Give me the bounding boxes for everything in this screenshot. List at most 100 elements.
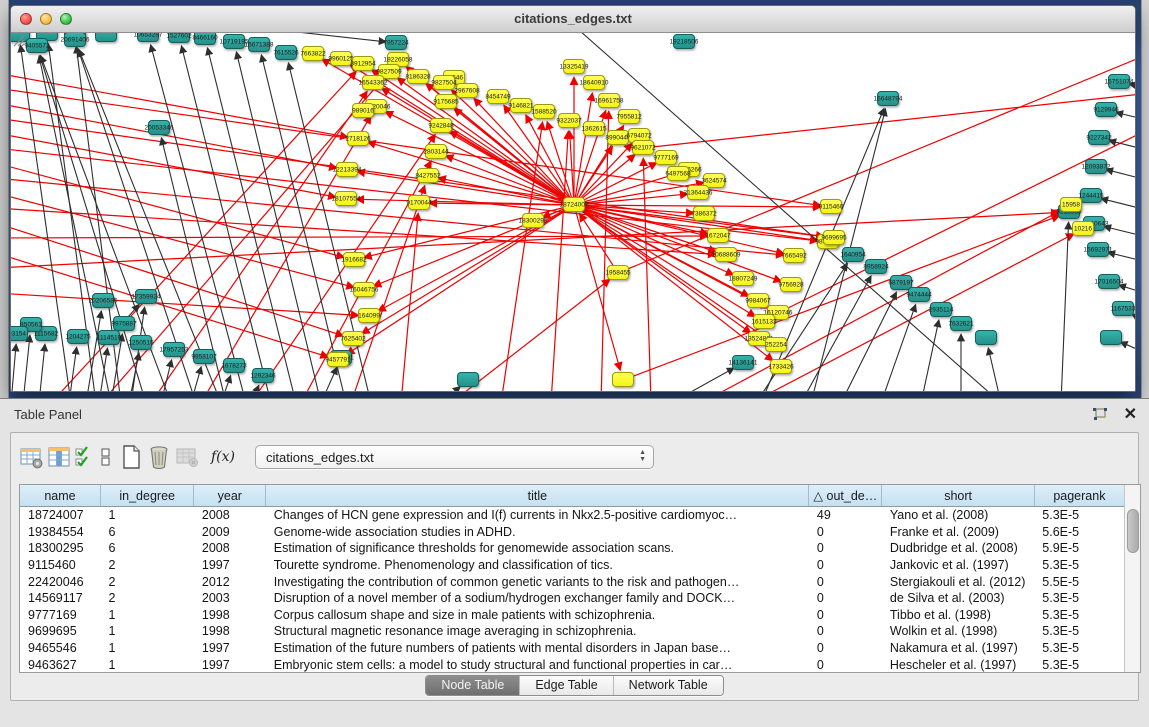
network-edge[interactable] — [841, 292, 897, 392]
tab-edge-table[interactable]: Edge Table — [519, 676, 612, 695]
network-node[interactable]: 9984067 — [747, 293, 769, 308]
column-header-short[interactable]: short — [882, 485, 1034, 507]
network-edge[interactable] — [321, 367, 337, 392]
network-node[interactable]: 1244415 — [1080, 188, 1102, 203]
network-edge[interactable] — [921, 320, 939, 392]
network-node[interactable]: 8427552 — [417, 168, 439, 183]
tab-node-table[interactable]: Node Table — [426, 676, 519, 695]
network-node[interactable]: 9827504 — [433, 75, 455, 90]
network-node[interactable]: 9175685 — [435, 94, 457, 109]
network-edge[interactable] — [1116, 112, 1136, 121]
tab-network-table[interactable]: Network Table — [613, 676, 723, 695]
network-node[interactable]: 9699695 — [823, 230, 845, 245]
table-settings-icon[interactable] — [17, 443, 45, 471]
network-edge[interactable] — [1108, 252, 1136, 263]
network-edge[interactable] — [551, 131, 568, 392]
network-node[interactable]: 2718126 — [347, 131, 369, 146]
vertical-scrollbar[interactable] — [1124, 485, 1140, 672]
network-edge[interactable] — [601, 111, 609, 392]
network-node[interactable]: 1678273 — [223, 358, 245, 373]
table-row[interactable]: 911546021997Tourette syndrome. Phenomeno… — [20, 557, 1125, 574]
network-node[interactable]: 10688609 — [715, 247, 737, 262]
network-node[interactable]: 1114519 — [98, 330, 120, 345]
resize-grip[interactable] — [11, 33, 25, 47]
network-node[interactable]: 1916682 — [343, 252, 365, 267]
network-node[interactable]: 21364436 — [687, 185, 709, 200]
table-row[interactable]: 946362711997Embryonic stem cells: a mode… — [20, 656, 1125, 673]
network-node[interactable]: 9958107 — [193, 349, 215, 364]
network-edge[interactable] — [11, 344, 16, 392]
network-edge[interactable] — [39, 344, 45, 392]
network-node[interactable]: 9474444 — [908, 287, 930, 302]
network-edge[interactable] — [23, 335, 30, 392]
network-node[interactable]: 8186328 — [407, 69, 429, 84]
window-titlebar[interactable]: citations_edges.txt — [11, 6, 1135, 33]
network-node[interactable]: 16671388 — [248, 37, 270, 52]
network-node[interactable]: 1615132 — [753, 314, 775, 329]
network-node[interactable]: 9129946 — [1095, 102, 1117, 117]
network-node[interactable]: 164099 — [358, 308, 380, 323]
close-icon[interactable]: ✕ — [1124, 404, 1137, 424]
column-header-title[interactable]: title — [266, 485, 809, 507]
network-edge[interactable] — [801, 276, 871, 392]
network-node[interactable]: 1588520 — [533, 104, 555, 119]
network-node[interactable]: 15692971 — [1087, 242, 1109, 257]
network-node[interactable]: 9242848 — [430, 118, 452, 133]
network-edge[interactable] — [99, 348, 107, 392]
network-node[interactable]: 1640954 — [842, 247, 864, 262]
network-edge[interactable] — [207, 48, 296, 392]
column-header-year[interactable]: year — [194, 485, 266, 507]
table-row[interactable]: 1872400712008Changes of HCN gene express… — [20, 507, 1125, 524]
table-row[interactable]: 1456911722003Disruption of a novel membe… — [20, 590, 1125, 607]
column-header-out_degree[interactable]: △ out_de… — [809, 485, 882, 507]
network-edge[interactable] — [191, 367, 201, 392]
network-edge[interactable] — [1104, 226, 1136, 238]
network-node[interactable]: 17957253 — [163, 342, 185, 357]
row-height-icon[interactable] — [95, 443, 117, 471]
network-node[interactable]: 2935114 — [930, 302, 952, 317]
network-node[interactable]: 18807249 — [732, 271, 754, 286]
network-edge[interactable] — [129, 353, 139, 392]
network-node[interactable]: 7386372 — [693, 206, 715, 221]
network-node[interactable]: 1204275 — [67, 329, 89, 344]
network-edge[interactable] — [1132, 314, 1136, 325]
network-node[interactable]: 7957224 — [385, 35, 407, 50]
network-node[interactable]: 15958 — [1060, 197, 1082, 212]
network-edge[interactable] — [988, 348, 1001, 392]
network-node[interactable]: 9115460 — [820, 199, 842, 214]
network-node[interactable] — [612, 372, 634, 387]
table-row[interactable]: 2242004622012Investigating the contribut… — [20, 573, 1125, 590]
column-header-name[interactable]: name — [20, 485, 101, 507]
network-node[interactable]: 16543362 — [362, 75, 384, 90]
function-builder-icon[interactable]: f(x) — [211, 449, 235, 465]
network-edge[interactable] — [1120, 342, 1136, 353]
network-node[interactable]: 8912954 — [352, 56, 374, 71]
network-edge[interactable] — [251, 385, 259, 392]
network-node[interactable]: 9777169 — [655, 150, 677, 165]
network-node[interactable]: 12213394 — [336, 162, 358, 177]
network-node[interactable]: 2967608 — [456, 83, 478, 98]
network-node[interactable]: 18300295 — [522, 213, 544, 228]
network-node[interactable]: 1250515 — [130, 335, 152, 350]
table-row[interactable]: 977716911998Corpus callosum shape and si… — [20, 607, 1125, 624]
table-row[interactable]: 946554611997Estimation of the future num… — [20, 640, 1125, 657]
network-node[interactable]: 9756928 — [780, 277, 802, 292]
network-node[interactable]: 19218506 — [673, 34, 695, 49]
network-edge[interactable] — [401, 213, 418, 392]
network-node[interactable]: 1292346 — [252, 368, 274, 383]
network-node[interactable]: 16648794 — [877, 91, 899, 106]
network-node[interactable] — [975, 330, 997, 345]
table-selector-dropdown[interactable]: citations_edges.txt ▲▼ — [255, 445, 654, 469]
row-checklist-icon[interactable] — [73, 443, 95, 471]
network-node[interactable]: 18107554 — [335, 191, 357, 206]
network-node[interactable] — [95, 33, 117, 42]
network-node[interactable]: 15751074 — [1108, 74, 1130, 89]
network-node[interactable]: 1527602 — [168, 33, 190, 43]
network-node[interactable]: 989016 — [352, 103, 374, 118]
network-node[interactable]: 93154 — [11, 326, 28, 341]
network-edge[interactable] — [261, 55, 346, 392]
network-edge[interactable] — [671, 368, 734, 392]
network-node[interactable]: 1362615 — [583, 121, 605, 136]
network-node-hub[interactable]: 18724007 — [563, 197, 585, 212]
network-node[interactable]: 9457791 — [327, 352, 349, 367]
